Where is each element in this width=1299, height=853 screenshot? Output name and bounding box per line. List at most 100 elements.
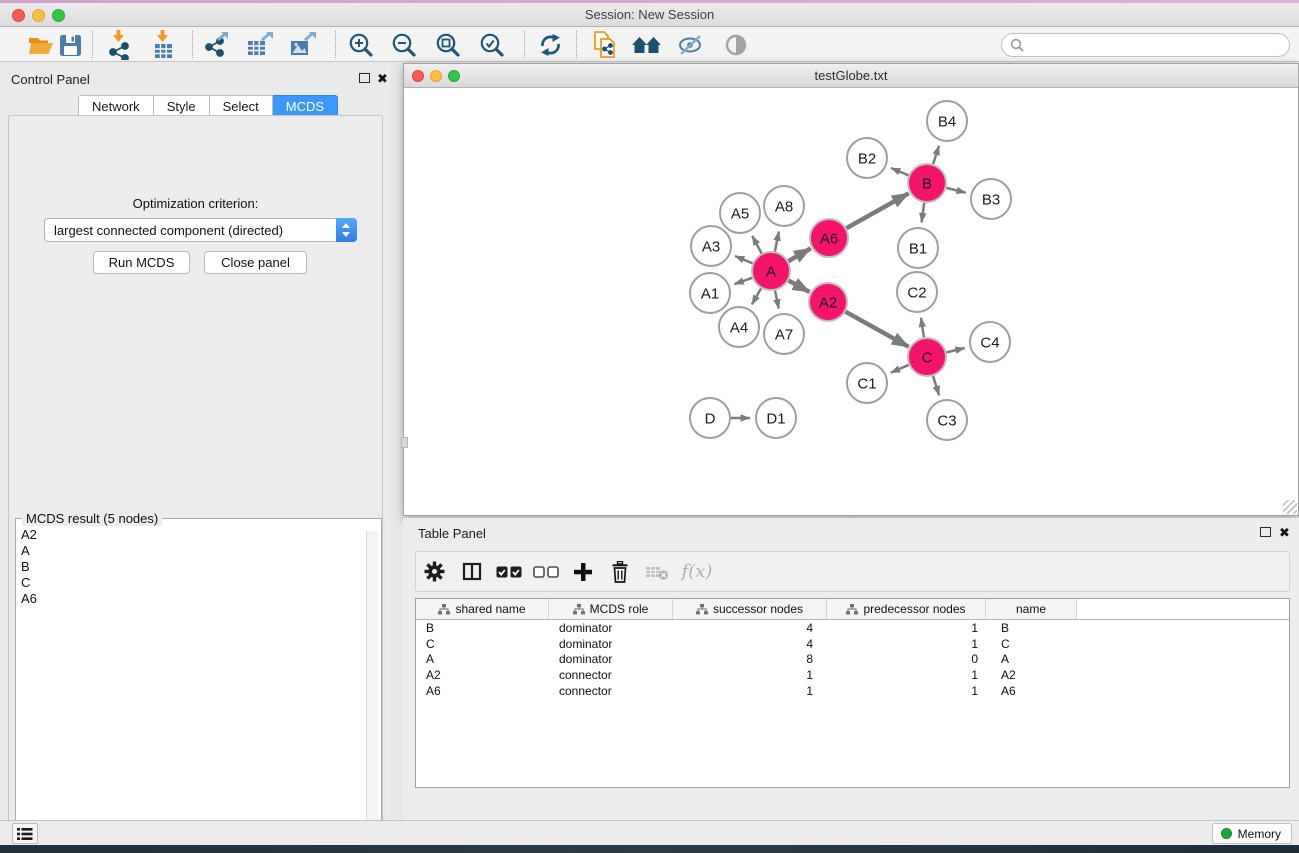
table-cell: dominator <box>549 637 673 651</box>
graph-edge-B-B4[interactable] <box>933 146 939 164</box>
save-session-button[interactable] <box>51 30 89 60</box>
column-header-mcds-role[interactable]: MCDS role <box>549 599 673 619</box>
table-row[interactable]: Bdominator41B <box>416 620 1289 636</box>
graph-edge-A2-C[interactable] <box>845 312 908 347</box>
graph-edge-C-C1[interactable] <box>891 365 909 373</box>
table-row[interactable]: Adominator80A <box>416 652 1289 668</box>
graph-edge-A-A1[interactable] <box>734 278 752 284</box>
table-row[interactable]: Cdominator41C <box>416 636 1289 652</box>
float-table-panel-icon[interactable] <box>1260 527 1271 537</box>
toolbar-separator <box>92 31 93 58</box>
status-bar: Memory <box>0 820 1299 845</box>
table-cell: 1 <box>673 684 827 698</box>
import-network-button[interactable] <box>100 30 138 60</box>
graph-edge-B-B2[interactable] <box>891 168 909 175</box>
close-panel-icon[interactable]: ✖ <box>377 74 388 84</box>
graph-edge-B-B1[interactable] <box>922 203 925 222</box>
result-item[interactable]: A2 <box>18 527 365 543</box>
task-history-button[interactable] <box>12 823 38 844</box>
zoom-in-icon <box>348 32 374 58</box>
column-header-shared-name[interactable]: shared name <box>416 599 549 619</box>
table-cell: B <box>986 621 1077 635</box>
table-row[interactable]: A6connector11A6 <box>416 683 1289 699</box>
export-network-button[interactable] <box>198 30 236 60</box>
column-header-name[interactable]: name <box>986 599 1077 619</box>
graph-edge-A-A4[interactable] <box>752 288 761 304</box>
graph-edge-A-A8[interactable] <box>775 231 779 251</box>
export-image-button[interactable] <box>284 30 322 60</box>
graph-edge-A-A6[interactable] <box>788 248 810 261</box>
result-item[interactable]: A6 <box>18 591 365 607</box>
graph-edge-C-C3[interactable] <box>933 376 939 395</box>
tab-select[interactable]: Select <box>210 95 273 117</box>
graph-node-label: A5 <box>731 206 749 223</box>
window-resize-grip[interactable] <box>1283 500 1297 514</box>
table-cell: dominator <box>549 621 673 635</box>
graph-edge-B-B3[interactable] <box>946 188 965 193</box>
memory-button[interactable]: Memory <box>1212 823 1292 844</box>
column-header-predecessor-nodes[interactable]: predecessor nodes <box>827 599 986 619</box>
panel-divider-grip[interactable] <box>401 437 408 448</box>
refresh-button[interactable] <box>531 30 569 60</box>
graph-edge-A-A7[interactable] <box>775 291 779 309</box>
graph-edge-C-C2[interactable] <box>921 318 924 338</box>
tab-mcds[interactable]: MCDS <box>273 95 338 117</box>
deselect-all-button[interactable] <box>527 552 564 591</box>
float-panel-icon[interactable] <box>359 73 370 83</box>
zoom-out-button[interactable] <box>385 30 423 60</box>
control-panel-tabs: Network Style Select MCDS <box>78 95 338 117</box>
select-stepper-icon[interactable] <box>336 218 357 242</box>
search-field[interactable] <box>1001 33 1290 57</box>
graph-node-label: A4 <box>730 320 748 337</box>
result-scrollbar[interactable] <box>366 531 379 853</box>
node-table: shared name MCDS role successor nodes pr… <box>415 598 1290 788</box>
zoom-in-button[interactable] <box>342 30 380 60</box>
home-button[interactable] <box>628 30 666 60</box>
hide-graphics-details-button[interactable] <box>672 30 710 60</box>
select-all-button[interactable] <box>490 552 527 591</box>
graph-edge-A-A2[interactable] <box>789 281 810 292</box>
network-view-window: testGlobe.txt B4B2BB3A5A8A3A6B1AA1C2A2A4… <box>403 63 1299 516</box>
show-graphics-details-button[interactable] <box>717 30 755 60</box>
tab-style[interactable]: Style <box>154 95 210 117</box>
optimization-criterion-label: Optimization criterion: <box>9 196 382 211</box>
function-builder-button[interactable]: f(x) <box>675 552 719 591</box>
delete-table-button[interactable] <box>638 552 675 591</box>
zoom-selected-button[interactable] <box>473 30 511 60</box>
network-canvas[interactable]: B4B2BB3A5A8A3A6B1AA1C2A2A4A7C4CC1C3DD1 <box>405 89 1297 515</box>
toolbar-separator <box>192 31 193 58</box>
show-column-button[interactable] <box>453 552 490 591</box>
graph-node-label: B1 <box>909 241 927 258</box>
export-table-button[interactable] <box>241 30 279 60</box>
table-row[interactable]: A2connector11A2 <box>416 667 1289 683</box>
graph-node-label: A7 <box>775 327 793 344</box>
shared-attribute-icon <box>846 604 858 615</box>
table-settings-button[interactable] <box>416 552 453 591</box>
run-mcds-button[interactable]: Run MCDS <box>93 251 190 274</box>
criterion-select[interactable]: largest connected component (directed) <box>44 218 357 242</box>
close-panel-button[interactable]: Close panel <box>204 251 307 274</box>
graph-edge-C-C4[interactable] <box>946 348 964 352</box>
graph-node-label: C2 <box>907 285 926 302</box>
import-table-button[interactable] <box>144 30 182 60</box>
duplicate-network-button[interactable] <box>586 30 624 60</box>
graph-edge-A6-B[interactable] <box>846 193 908 228</box>
graph-node-label: B2 <box>858 151 876 168</box>
titlebar: Session: New Session <box>0 3 1299 27</box>
table-cell: B <box>416 621 549 635</box>
delete-column-button[interactable] <box>601 552 638 591</box>
graph-edge-A-A5[interactable] <box>752 236 761 253</box>
graph-node-label: A <box>766 264 776 281</box>
create-column-button[interactable] <box>564 552 601 591</box>
result-item[interactable]: C <box>18 575 365 591</box>
zoom-fit-button[interactable] <box>429 30 467 60</box>
close-table-panel-icon[interactable]: ✖ <box>1279 528 1290 538</box>
column-header-successor-nodes[interactable]: successor nodes <box>673 599 827 619</box>
result-item[interactable]: B <box>18 559 365 575</box>
search-input[interactable] <box>1029 38 1289 52</box>
graph-edge-A-A3[interactable] <box>735 256 753 263</box>
tab-network[interactable]: Network <box>78 95 154 117</box>
result-item[interactable]: A <box>18 543 365 559</box>
columns-icon <box>462 562 482 581</box>
graph-node-label: B <box>922 176 932 193</box>
